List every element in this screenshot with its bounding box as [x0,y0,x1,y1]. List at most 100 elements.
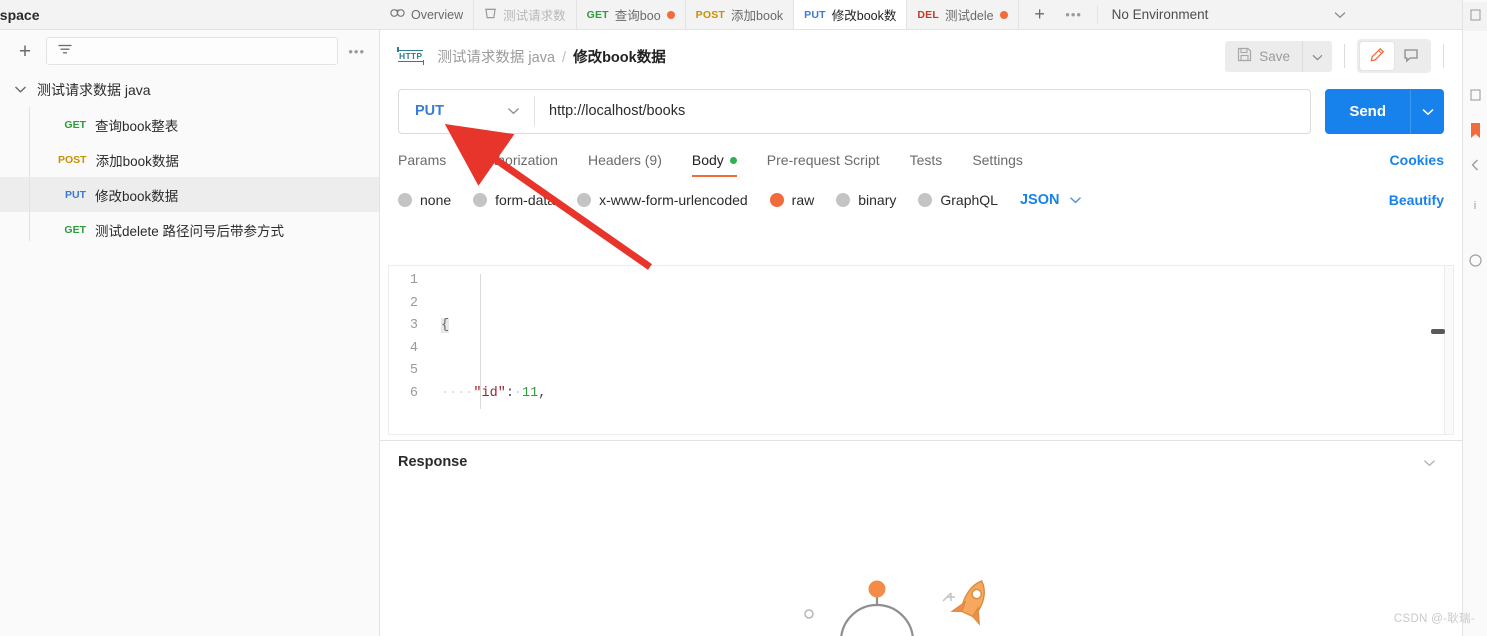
floppy-disk-icon [1237,47,1252,65]
request-body-editor[interactable]: 1 2 3 4 5 6 { ····"id":·11, ····"type":·… [388,265,1454,435]
rail-panel-icon[interactable] [1469,9,1481,24]
rail-circle-icon[interactable] [1468,254,1482,270]
body-type-binary[interactable]: binary [836,192,896,208]
body-type-form-data[interactable]: form-data [473,192,555,208]
send-button[interactable]: Send [1325,88,1410,134]
tab-pre-request-script[interactable]: Pre-request Script [767,140,880,180]
tab-headers[interactable]: Headers (9) [588,140,662,180]
body-type-row: none form-data x-www-form-urlencoded raw… [380,180,1462,220]
tab-strip-actions: + ••• [1019,0,1095,29]
tab-body[interactable]: Body [691,140,737,180]
tab-overview[interactable]: Overview [380,0,475,29]
tab-label: Overview [411,7,464,22]
body-type-urlencoded[interactable]: x-www-form-urlencoded [577,192,748,208]
line-number: 1 [409,273,418,288]
tab-label: Body [691,152,724,168]
tab-more-button[interactable]: ••• [1057,0,1091,29]
comment-button[interactable] [1394,42,1428,70]
save-options-button[interactable] [1302,40,1332,72]
body-type-label: binary [858,192,897,208]
request-method: POST [58,153,87,166]
right-rail: i [1462,0,1487,636]
rail-info-icon[interactable]: i [1474,200,1476,212]
tab-put-modify-book[interactable]: PUT 修改book数 [794,0,908,29]
request-actions: Save [1225,39,1444,73]
line-number: 5 [409,363,418,378]
request-method: GET [64,118,86,131]
editor-horizontal-scrollbar[interactable] [1431,329,1445,334]
body-type-label: x-www-form-urlencoded [599,192,748,208]
request-method: PUT [65,188,86,201]
collection-name: 测试请求数据 java [37,81,151,98]
watermark: CSDN @-耿瑞- [1393,613,1475,625]
tab-method: DEL [917,8,939,21]
tab-settings[interactable]: Settings [972,140,1023,180]
tab-label: Settings [972,152,1023,168]
collection-row[interactable]: 测试请求数据 java [0,72,379,107]
breadcrumb: 测试请求数据 java / 修改book数据 [437,46,665,67]
line-number: 3 [409,318,418,333]
indent-guide: · [513,385,523,401]
code-content[interactable]: { ····"id":·11, ····"type":·1, ····"name… [429,270,1453,434]
send-options-button[interactable] [1410,88,1444,134]
sidebar-request-add-book[interactable]: POST 添加book数据 [0,142,379,177]
tab-get-query-book[interactable]: GET 查询boo [576,0,686,29]
tab-post-add-book[interactable]: POST 添加book [685,0,795,29]
breadcrumb-collection[interactable]: 测试请求数据 java [437,50,555,66]
tab-method: PUT [804,8,826,21]
tab-tests[interactable]: Tests [910,140,943,180]
divider [1344,44,1345,68]
sidebar-add-button[interactable]: + [14,41,36,62]
url-input[interactable] [535,103,1311,119]
chevron-down-icon[interactable] [14,85,27,94]
chevron-down-icon [1334,7,1346,22]
body-type-none[interactable]: none [398,192,451,208]
code-line: { [441,315,1453,338]
environment-selector[interactable]: No Environment [1100,0,1358,29]
beautify-button[interactable]: Beautify [1389,192,1444,208]
body-format-dropdown[interactable]: JSON [1020,192,1083,208]
save-button[interactable]: Save [1225,40,1302,72]
tab-authorization[interactable]: Authorization [476,140,558,180]
chevron-down-icon [1069,192,1082,208]
body-type-raw[interactable]: raw [769,192,814,208]
request-name: 添加book数据 [95,153,179,169]
sidebar-toolbar: + ••• [0,30,379,72]
url-row: PUT Send [380,82,1462,140]
radio-icon [836,193,851,207]
response-section: Response [380,440,1462,636]
postman-app: kspace New Import Overview 测试请求数 GET 查询b… [0,0,1487,636]
rail-bookmark-icon[interactable] [1469,122,1482,143]
indent-guide: ···· [441,385,474,401]
http-method-dropdown[interactable]: PUT [399,90,534,133]
sidebar-request-query-book[interactable]: GET 查询book整表 [0,107,379,142]
sidebar-request-test-delete[interactable]: GET 测试delete 路径问号后带参方式 [0,212,379,247]
chevron-down-icon [1312,49,1323,64]
request-method: GET [64,223,86,236]
new-tab-button[interactable]: + [1023,0,1057,29]
chevron-down-icon[interactable] [1423,455,1436,470]
tab-params[interactable]: Params [398,140,446,180]
edit-mode-button[interactable] [1360,42,1394,70]
response-title: Response [398,454,468,470]
divider [1443,44,1444,68]
tab-collection-overview[interactable]: 测试请求数 [474,0,577,29]
tab-label: 添加book [731,9,784,23]
rail-collapse-icon[interactable] [1471,159,1480,174]
code-line: ····"id":·11, [441,383,1453,406]
comment-icon [1403,47,1419,66]
sidebar-more-button[interactable]: ••• [348,44,365,59]
view-mode-toggle [1357,39,1431,73]
body-type-graphql[interactable]: GraphQL [918,192,998,208]
rail-layout-icon[interactable] [1469,89,1481,104]
radio-icon [918,193,933,207]
chevron-down-icon [507,103,520,119]
editor-vertical-scrollbar[interactable] [1444,266,1453,434]
tab-label: 测试请求数 [503,9,566,23]
sidebar-filter-input[interactable] [46,37,339,65]
punctuation: : [505,385,514,401]
line-number: 4 [409,340,418,356]
cookies-link[interactable]: Cookies [1390,152,1444,168]
sidebar-request-modify-book[interactable]: PUT 修改book数据 [0,177,379,212]
tab-del-test-delete[interactable]: DEL 测试dele [907,0,1019,29]
